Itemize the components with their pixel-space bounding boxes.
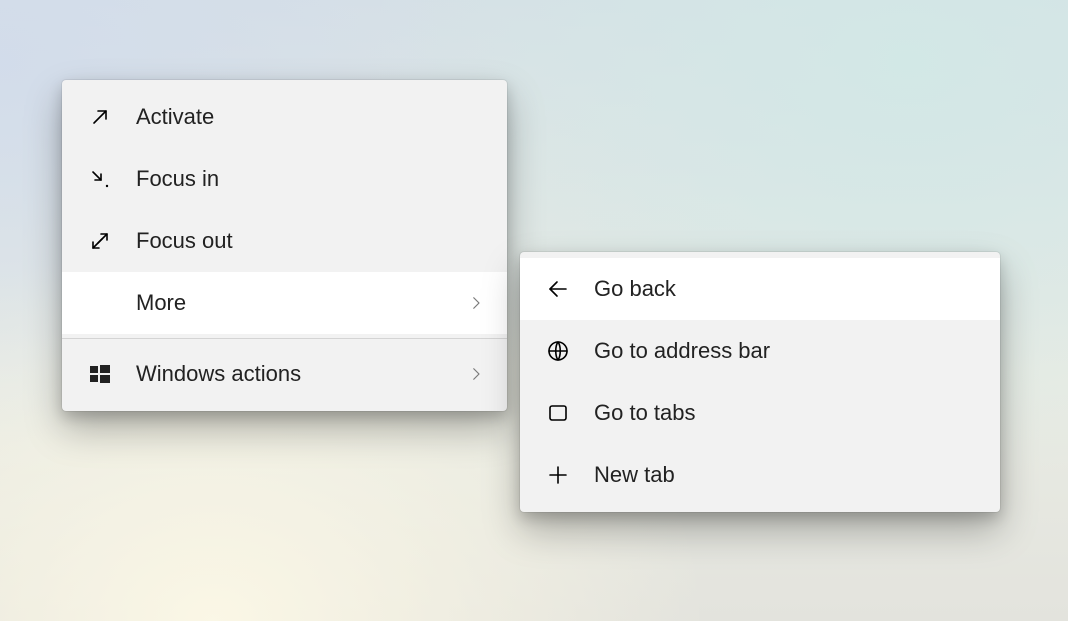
menu-item-new-tab[interactable]: New tab xyxy=(520,444,1000,506)
menu-item-label: New tab xyxy=(594,464,675,486)
menu-item-label: Focus out xyxy=(136,230,233,252)
menu-item-label: Activate xyxy=(136,106,214,128)
context-menu: Activate Focus in Focus out More xyxy=(62,80,507,411)
arrow-out-icon xyxy=(88,229,112,253)
menu-item-go-to-tabs[interactable]: Go to tabs xyxy=(520,382,1000,444)
submenu-more: Go back Go to address bar Go to tabs New… xyxy=(520,252,1000,512)
menu-item-label: Go to address bar xyxy=(594,340,770,362)
globe-icon xyxy=(546,339,570,363)
arrow-in-icon xyxy=(88,167,112,191)
windows-logo-icon xyxy=(88,362,112,386)
menu-item-label: Windows actions xyxy=(136,363,301,385)
plus-icon xyxy=(546,463,570,487)
blank-icon xyxy=(88,291,112,315)
arrow-up-right-icon xyxy=(88,105,112,129)
menu-item-windows-actions[interactable]: Windows actions xyxy=(62,343,507,405)
menu-item-go-back[interactable]: Go back xyxy=(520,258,1000,320)
menu-item-more[interactable]: More xyxy=(62,272,507,334)
menu-item-activate[interactable]: Activate xyxy=(62,86,507,148)
chevron-right-icon xyxy=(467,365,485,383)
menu-item-label: Go to tabs xyxy=(594,402,696,424)
menu-separator xyxy=(62,338,507,339)
menu-item-focus-in[interactable]: Focus in xyxy=(62,148,507,210)
chevron-right-icon xyxy=(467,294,485,312)
menu-item-label: Go back xyxy=(594,278,676,300)
tab-icon xyxy=(546,401,570,425)
menu-item-go-to-address-bar[interactable]: Go to address bar xyxy=(520,320,1000,382)
menu-item-label: Focus in xyxy=(136,168,219,190)
menu-item-label: More xyxy=(136,292,186,314)
menu-item-focus-out[interactable]: Focus out xyxy=(62,210,507,272)
arrow-left-icon xyxy=(546,277,570,301)
